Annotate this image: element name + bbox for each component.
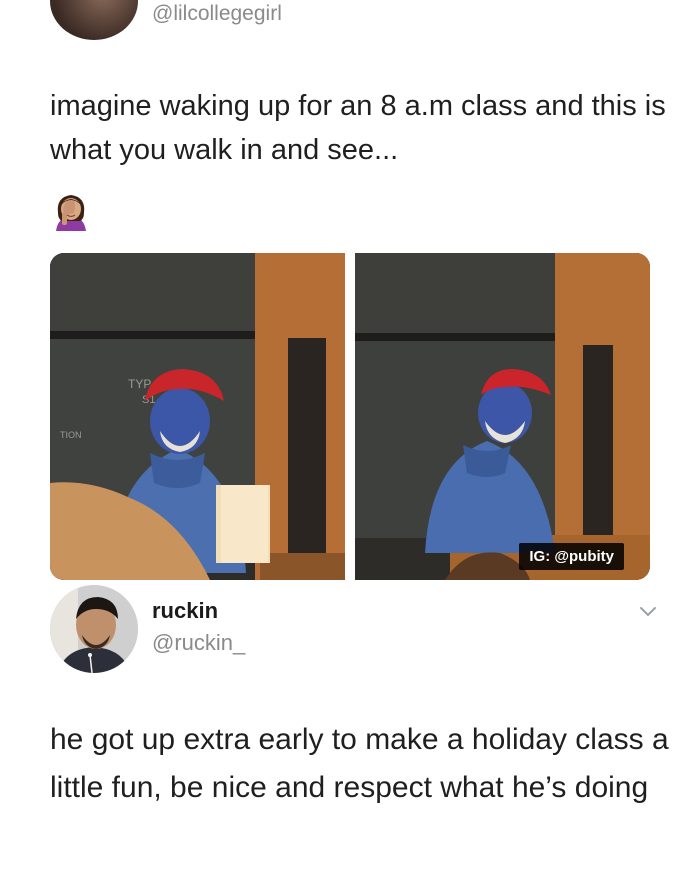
reply-author-handle[interactable]: @ruckin_ (152, 630, 245, 656)
chevron-down-icon[interactable] (637, 601, 659, 623)
svg-text:TION: TION (60, 430, 82, 440)
original-author-handle[interactable]: @lilcollegegirl (152, 2, 282, 26)
original-author-avatar[interactable] (50, 0, 138, 40)
woman-facepalming-icon (50, 191, 92, 233)
tweet-image-right[interactable]: IG: @pubity (355, 253, 650, 580)
reply-tweet-text: he got up extra early to make a holiday … (50, 723, 669, 804)
svg-text:TYP: TYP (128, 377, 151, 391)
tweet-image-left[interactable]: TYP S1 TION (50, 253, 345, 580)
watermark-label: IG: @pubity (519, 543, 624, 570)
reply-author-avatar[interactable] (50, 585, 138, 673)
original-tweet-text: imagine waking up for an 8 a.m class and… (50, 90, 666, 166)
reply-author-name[interactable]: ruckin (152, 598, 218, 624)
